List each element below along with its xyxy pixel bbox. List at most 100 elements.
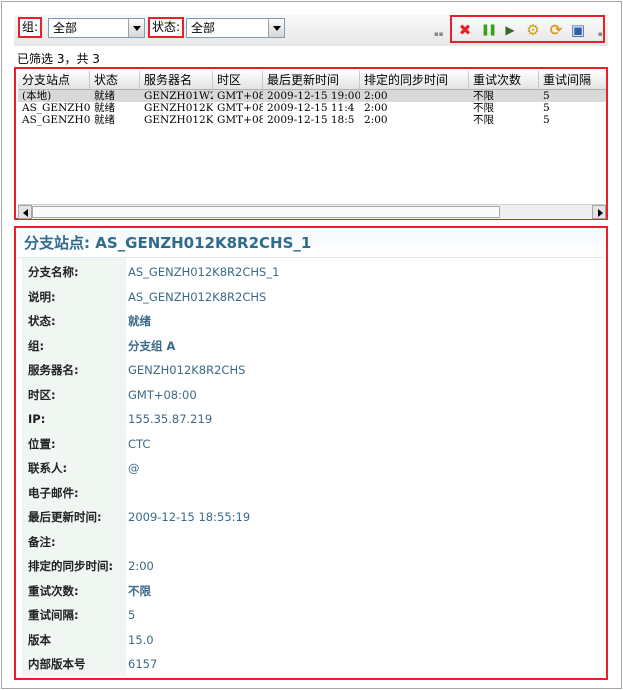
group-filter-value: 全部 [53,21,78,35]
cell-timezone: GMT+08 [217,90,263,102]
sync-settings-icon: ⚙ [526,21,540,39]
column-header-retry-count[interactable]: 重试次数 [469,71,539,89]
column-header-timezone[interactable]: 时区 [213,71,263,89]
detail-row: 说明: AS_GENZH012K8R2CHS [22,285,602,309]
table-row[interactable]: AS_GENZH012K8R2CHS 就绪 GENZH012K8R2CHS GM… [18,102,606,114]
detail-key: 组: [28,338,45,353]
pause-button[interactable]: ❚❚ [478,20,498,40]
cell-retry-interval: 5 [543,114,550,126]
cell-scheduled-sync: 2:00 [364,114,388,126]
toolbar-grip-icon[interactable]: ▪▪ [434,31,444,42]
detail-value: 就绪 [128,314,151,328]
detail-value: 2:00 [128,559,154,573]
detail-key: 联系人: [28,461,68,475]
detail-row: 时区: GMT+08:00 [22,383,602,407]
cell-last-update: 2009-12-15 19:00 [267,90,360,102]
sync-settings-button[interactable]: ⚙ [523,20,543,40]
detail-value: 不限 [128,583,151,598]
detail-key: 排定的同步时间: [28,559,114,573]
chevron-down-icon[interactable] [268,19,284,37]
detail-value: GENZH012K8R2CHS [128,363,246,377]
cell-status: 就绪 [94,102,115,114]
cell-last-update: 2009-12-15 11:4 [267,102,355,114]
chevron-down-icon[interactable] [128,19,144,37]
detail-value: @ [128,461,140,475]
column-header-retry-interval[interactable]: 重试间隔 [539,71,606,89]
play-button[interactable]: ▶ [500,20,520,40]
cell-server-name: GENZH01W2K3 [144,90,213,102]
cell-timezone: GMT+08 [217,102,263,114]
details-grid: 分支名称: AS_GENZH012K8R2CHS_1 说明: AS_GENZH012K… [22,258,602,676]
detail-row: 重试间隔: 5 [22,603,602,627]
detail-key: 重试次数: [28,583,79,598]
cell-scheduled-sync: 2:00 [364,102,388,114]
detail-value: 分支组 A [128,338,176,353]
cell-scheduled-sync: 2:00 [364,90,388,102]
delete-button[interactable]: ✖ [455,20,475,40]
detail-row: 备注: [22,530,602,554]
detail-row: 联系人: @ [22,456,602,480]
group-filter-select[interactable]: 全部 [48,18,145,38]
filter-toolbar: 组: 全部 状态: 全部 ▪▪ ✖ ❚❚ ▶ ⚙ ⟳ ▣ ▪ [14,14,608,46]
scroll-left-button[interactable] [18,205,32,219]
detail-row: 重试次数: 不限 [22,579,602,603]
detail-key: 位置: [28,436,56,451]
save-icon: ▣ [570,21,586,39]
cell-timezone: GMT+08 [217,114,263,126]
detail-row: IP: 155.35.87.219 [22,407,602,431]
play-icon: ▶ [505,23,515,37]
cell-retry-count: 不限 [473,102,494,114]
detail-value: 15.0 [128,632,154,647]
detail-value: AS_GENZH012K8R2CHS [128,289,267,304]
detail-key: 重试间隔: [28,608,79,622]
detail-row: 电子邮件: [22,481,602,505]
detail-row: 组: 分支组 A [22,334,602,358]
column-header-last-update[interactable]: 最后更新时间 [263,71,360,89]
detail-key: 时区: [28,387,56,402]
column-header-branch-site[interactable]: 分支站点 [18,71,90,89]
detail-key: 内部版本号 [28,657,86,671]
column-header-status[interactable]: 状态 [90,71,140,89]
cell-retry-count: 不限 [473,114,494,126]
cell-retry-interval: 5 [543,102,550,114]
chevron-right-icon [598,209,603,217]
detail-row: 状态: 就绪 [22,309,602,333]
filter-count-text: 已筛选 3，共 3 [17,52,100,66]
detail-value: GMT+08:00 [128,387,197,402]
status-filter-select[interactable]: 全部 [186,18,285,38]
detail-key: 说明: [28,289,56,304]
status-filter-label: 状态: [148,17,185,38]
save-button[interactable]: ▣ [568,20,588,40]
scrollbar-thumb[interactable] [32,206,500,218]
cell-branch-site: (本地) [22,90,52,102]
action-buttons-group: ✖ ❚❚ ▶ ⚙ ⟳ ▣ [450,15,605,43]
toolbar-grip-icon[interactable]: ▪ [598,31,604,42]
horizontal-scrollbar[interactable] [18,204,606,219]
status-filter-value: 全部 [191,21,216,35]
cell-status: 就绪 [94,114,115,126]
delete-icon: ✖ [458,21,472,39]
detail-row: 位置: CTC [22,432,602,456]
detail-key: IP: [28,412,46,426]
detail-row: 内部版本号 6157 [22,652,602,676]
table-row[interactable]: (本地) 就绪 GENZH01W2K3 GMT+08 2009-12-15 19… [18,90,606,102]
refresh-button[interactable]: ⟳ [546,20,566,40]
detail-key: 版本 [28,632,51,647]
detail-value: CTC [128,436,151,451]
column-header-server-name[interactable]: 服务器名 [140,71,213,89]
detail-key: 服务器名: [28,363,79,377]
cell-retry-count: 不限 [473,90,494,102]
detail-row: 版本 15.0 [22,628,602,652]
table-row[interactable]: AS_GENZH012K8R2CHS_1 就绪 GENZH012K8R2CHS … [18,114,606,126]
scroll-right-button[interactable] [592,205,606,219]
detail-row: 分支名称: AS_GENZH012K8R2CHS_1 [22,260,602,284]
chevron-left-icon [23,209,28,217]
detail-value: 2009-12-15 18:55:19 [128,510,251,524]
detail-key: 最后更新时间: [28,510,102,524]
list-header: 分支站点 状态 服务器名 时区 最后更新时间 排定的同步时间 重试次数 重试间隔 [18,71,606,90]
column-header-scheduled-sync[interactable]: 排定的同步时间 [360,71,469,89]
detail-row: 排定的同步时间: 2:00 [22,554,602,578]
detail-key: 分支名称: [28,265,79,279]
details-title: 分支站点: AS_GENZH012K8R2CHS_1 [18,230,604,258]
branch-site-list: 分支站点 状态 服务器名 时区 最后更新时间 排定的同步时间 重试次数 重试间隔… [14,67,608,220]
